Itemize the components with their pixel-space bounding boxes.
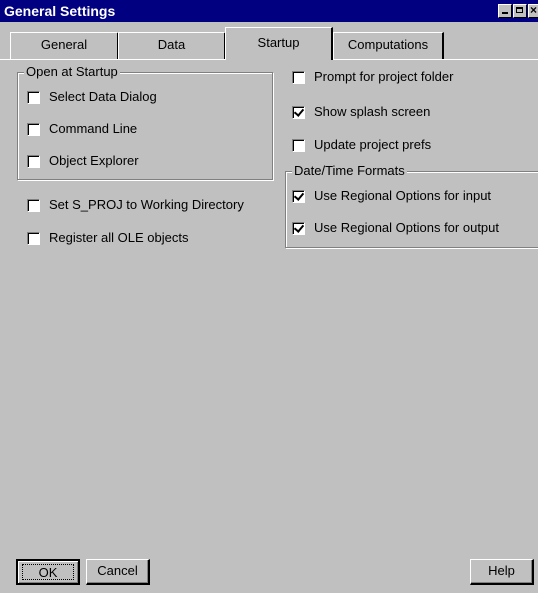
- checkbox-label: Object Explorer: [49, 153, 139, 168]
- tab-label: General: [40, 37, 88, 52]
- checkbox-label: Show splash screen: [314, 104, 431, 119]
- checkbox-box[interactable]: [292, 106, 305, 119]
- tab-label: Computations: [347, 37, 429, 52]
- checkbox-box[interactable]: [292, 190, 305, 203]
- checkbox-label: Command Line: [49, 121, 138, 136]
- checkbox-box[interactable]: [27, 123, 40, 136]
- ok-label: OK: [22, 564, 74, 580]
- checkbox-label: Update project prefs: [314, 137, 432, 152]
- cancel-button[interactable]: Cancel: [86, 559, 150, 585]
- close-icon: ×: [530, 3, 538, 17]
- title-bar[interactable]: General Settings ×: [0, 0, 538, 22]
- group-label: Open at Startup: [24, 64, 120, 80]
- checkbox-box[interactable]: [292, 71, 305, 84]
- help-button[interactable]: Help: [470, 559, 534, 585]
- checkbox-box[interactable]: [292, 139, 305, 152]
- checkbox-box[interactable]: [27, 155, 40, 168]
- tab-label: Startup: [257, 35, 300, 50]
- group-label: Date/Time Formats: [292, 163, 407, 179]
- minimize-button[interactable]: [498, 4, 512, 18]
- checkbox-label: Use Regional Options for output: [314, 220, 499, 235]
- checkbox-box[interactable]: [292, 222, 305, 235]
- checkbox-label: Prompt for project folder: [314, 69, 454, 84]
- tab-data[interactable]: Data: [118, 32, 226, 59]
- checkbox-label: Set S_PROJ to Working Directory: [49, 197, 244, 212]
- checkbox-label: Select Data Dialog: [49, 89, 157, 104]
- cancel-label: Cancel: [97, 563, 138, 578]
- close-button[interactable]: ×: [528, 3, 538, 18]
- tab-general[interactable]: General: [10, 32, 119, 59]
- window-title: General Settings: [4, 3, 116, 19]
- checkbox-box[interactable]: [27, 91, 40, 104]
- ok-button[interactable]: OK: [16, 559, 80, 585]
- help-label: Help: [488, 563, 515, 578]
- checkbox-box[interactable]: [27, 199, 40, 212]
- tab-label: Data: [157, 37, 186, 52]
- tab-startup[interactable]: Startup: [225, 27, 333, 60]
- checkbox-label: Use Regional Options for input: [314, 188, 492, 203]
- checkbox-label: Register all OLE objects: [49, 230, 189, 245]
- tab-computations[interactable]: Computations: [333, 32, 444, 59]
- checkbox-box[interactable]: [27, 232, 40, 245]
- maximize-button[interactable]: [513, 4, 527, 18]
